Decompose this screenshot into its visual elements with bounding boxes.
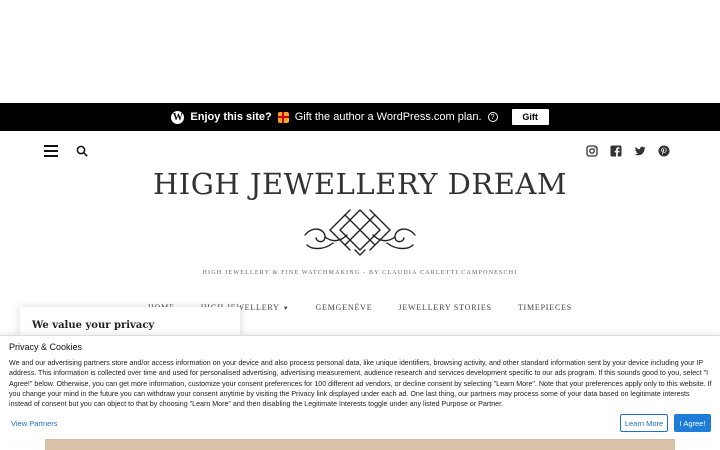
nav-item-gemgeneve[interactable]: GEMGENÈVE [315, 303, 372, 312]
site-title[interactable]: HIGH JEWELLERY DREAM [0, 167, 720, 201]
twitter-icon[interactable] [634, 145, 646, 157]
cookie-text: We and our advertising partners store an… [9, 359, 712, 409]
nav-item-jewellery-stories[interactable]: JEWELLERY STORIES [398, 303, 491, 312]
ad-space [0, 0, 720, 103]
site-tagline: HIGH JEWELLERY & FINE WATCHMAKING - BY C… [202, 270, 518, 276]
wordpress-icon: W [171, 110, 185, 124]
social-links [586, 145, 670, 157]
pinterest-icon[interactable] [658, 145, 670, 157]
facebook-icon[interactable] [610, 145, 622, 157]
privacy-card-title: We value your privacy [32, 320, 155, 331]
agree-button[interactable]: I Agree! [674, 414, 711, 432]
help-icon[interactable]: ? [487, 112, 498, 122]
search-icon[interactable] [76, 145, 88, 157]
promo-enjoy-text: Enjoy this site? [190, 111, 272, 123]
nav-item-timepieces[interactable]: TIMEPIECES [518, 303, 572, 312]
view-partners-link[interactable]: View Partners [11, 419, 58, 428]
menu-icon[interactable] [44, 145, 58, 157]
learn-more-button[interactable]: Learn More [620, 414, 668, 432]
promo-bar: W Enjoy this site? Gift the author a Wor… [0, 103, 720, 131]
site-logo [304, 209, 416, 256]
gift-icon [277, 111, 289, 123]
cookie-banner: Privacy & Cookies We and our advertising… [0, 335, 720, 439]
chevron-down-icon: ▼ [282, 306, 290, 312]
instagram-icon[interactable] [586, 145, 598, 157]
cookie-title: Privacy & Cookies [9, 342, 83, 352]
gift-button[interactable]: Gift [511, 109, 549, 125]
promo-gift-text: Gift the author a WordPress.com plan. [294, 111, 482, 123]
